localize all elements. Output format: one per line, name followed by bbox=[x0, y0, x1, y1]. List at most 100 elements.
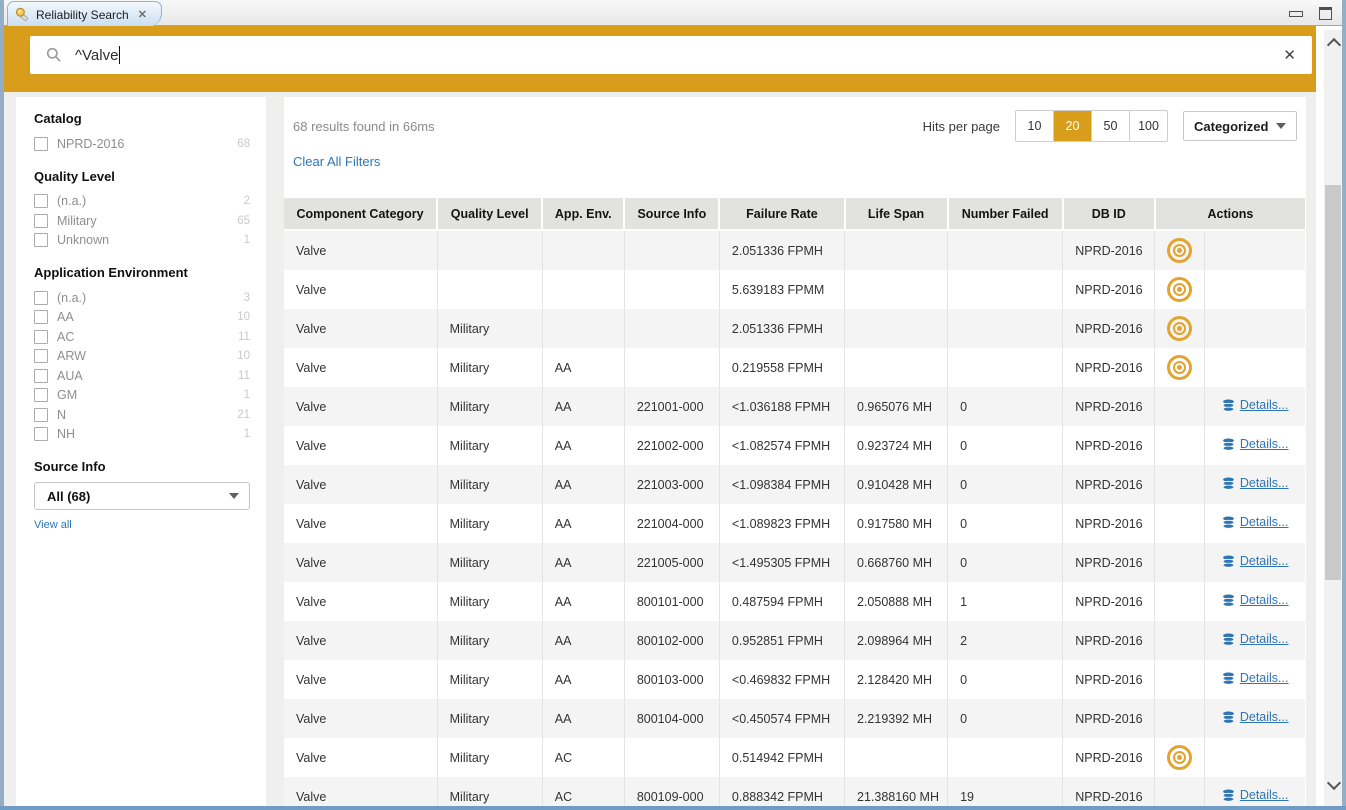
checkbox[interactable] bbox=[34, 291, 48, 305]
sort-mode-dropdown[interactable]: Categorized bbox=[1183, 111, 1297, 141]
cell-db-id: NPRD-2016 bbox=[1063, 230, 1155, 270]
filter-count: 21 bbox=[237, 409, 250, 421]
cell-number-failed: 0 bbox=[948, 426, 1063, 465]
target-icon[interactable] bbox=[1167, 355, 1192, 380]
details-link-label: Details... bbox=[1240, 710, 1289, 724]
content-area: Catalog NPRD-201668 Quality Level (n.a.)… bbox=[4, 92, 1316, 806]
cell-action-icon bbox=[1155, 504, 1205, 543]
table-row: ValveMilitaryAC0.514942 FPMHNPRD-2016 bbox=[284, 738, 1305, 777]
cell-action-icon bbox=[1155, 699, 1205, 738]
cell-component-category: Valve bbox=[284, 387, 437, 426]
cell-component-category: Valve bbox=[284, 699, 437, 738]
cell-life-span: 0.923724 MH bbox=[845, 426, 948, 465]
checkbox[interactable] bbox=[34, 330, 48, 344]
cell-db-id: NPRD-2016 bbox=[1063, 426, 1155, 465]
filter-count: 10 bbox=[237, 350, 250, 362]
clear-search-icon[interactable]: ✕ bbox=[1283, 48, 1296, 63]
header-failure-rate: Failure Rate bbox=[719, 198, 844, 230]
cell-failure-rate: 0.888342 FPMH bbox=[719, 777, 844, 806]
cell-action-icon bbox=[1155, 777, 1205, 806]
filter-label: N bbox=[57, 408, 228, 422]
table-row: Valve2.051336 FPMHNPRD-2016 bbox=[284, 230, 1305, 270]
target-icon[interactable] bbox=[1167, 316, 1192, 341]
cell-source-info: 221001-000 bbox=[624, 387, 719, 426]
filter-item: (n.a.)3 bbox=[34, 288, 250, 308]
checkbox[interactable] bbox=[34, 408, 48, 422]
target-icon[interactable] bbox=[1167, 277, 1192, 302]
details-link[interactable]: Details... bbox=[1222, 554, 1289, 568]
tab-close-icon[interactable]: ✕ bbox=[138, 8, 147, 21]
filter-section-application-environment: Application Environment (n.a.)3AA10AC11A… bbox=[34, 265, 250, 444]
details-link[interactable]: Details... bbox=[1222, 398, 1289, 412]
view-all-link[interactable]: View all bbox=[34, 519, 72, 531]
details-link[interactable]: Details... bbox=[1222, 437, 1289, 451]
cell-db-id: NPRD-2016 bbox=[1063, 621, 1155, 660]
cell-quality-level bbox=[437, 230, 542, 270]
checkbox[interactable] bbox=[34, 137, 48, 151]
page-size-50[interactable]: 50 bbox=[1092, 111, 1130, 141]
cell-life-span: 2.219392 MH bbox=[845, 699, 948, 738]
minimize-button[interactable] bbox=[1289, 11, 1303, 17]
target-icon[interactable] bbox=[1167, 238, 1192, 263]
database-icon bbox=[1222, 438, 1235, 451]
clear-all-filters-link[interactable]: Clear All Filters bbox=[293, 154, 380, 169]
details-link[interactable]: Details... bbox=[1222, 671, 1289, 685]
checkbox[interactable] bbox=[34, 310, 48, 324]
cell-component-category: Valve bbox=[284, 621, 437, 660]
cell-app-env: AA bbox=[542, 699, 624, 738]
checkbox[interactable] bbox=[34, 214, 48, 228]
search-input[interactable]: ^Valve ✕ bbox=[30, 36, 1312, 74]
details-link[interactable]: Details... bbox=[1222, 515, 1289, 529]
cell-component-category: Valve bbox=[284, 270, 437, 309]
cell-db-id: NPRD-2016 bbox=[1063, 309, 1155, 348]
maximize-button[interactable] bbox=[1319, 7, 1332, 20]
cell-failure-rate: 0.219558 FPMH bbox=[719, 348, 844, 387]
cell-action-details: Details... bbox=[1205, 426, 1305, 465]
cell-failure-rate: <1.089823 FPMH bbox=[719, 504, 844, 543]
scroll-down-arrow-icon[interactable] bbox=[1327, 776, 1341, 790]
checkbox[interactable] bbox=[34, 349, 48, 363]
details-link[interactable]: Details... bbox=[1222, 593, 1289, 607]
filter-item: NH1 bbox=[34, 425, 250, 445]
details-link[interactable]: Details... bbox=[1222, 788, 1289, 802]
cell-action-details: Details... bbox=[1205, 660, 1305, 699]
cell-component-category: Valve bbox=[284, 504, 437, 543]
checkbox[interactable] bbox=[34, 369, 48, 383]
section-title: Quality Level bbox=[34, 169, 250, 184]
table-row: ValveMilitaryAA221001-000<1.036188 FPMH0… bbox=[284, 387, 1305, 426]
filter-count: 11 bbox=[238, 370, 250, 382]
table-row: ValveMilitaryAA221002-000<1.082574 FPMH0… bbox=[284, 426, 1305, 465]
filter-section-source-info: Source Info All (68) View all bbox=[34, 459, 250, 533]
page-size-10[interactable]: 10 bbox=[1016, 111, 1054, 141]
checkbox[interactable] bbox=[34, 233, 48, 247]
tab-reliability-search[interactable]: Reliability Search ✕ bbox=[7, 1, 162, 27]
cell-db-id: NPRD-2016 bbox=[1063, 777, 1155, 806]
filter-label: GM bbox=[57, 388, 235, 402]
cell-quality-level bbox=[437, 270, 542, 309]
cell-app-env: AA bbox=[542, 504, 624, 543]
scrollbar-thumb[interactable] bbox=[1325, 185, 1341, 580]
cell-number-failed: 0 bbox=[948, 504, 1063, 543]
cell-app-env: AA bbox=[542, 660, 624, 699]
checkbox[interactable] bbox=[34, 194, 48, 208]
cell-life-span: 0.668760 MH bbox=[845, 543, 948, 582]
cell-source-info: 800104-000 bbox=[624, 699, 719, 738]
page-size-20-selected[interactable]: 20 bbox=[1054, 111, 1092, 141]
cell-quality-level: Military bbox=[437, 348, 542, 387]
details-link[interactable]: Details... bbox=[1222, 710, 1289, 724]
checkbox[interactable] bbox=[34, 427, 48, 441]
checkbox[interactable] bbox=[34, 388, 48, 402]
details-link[interactable]: Details... bbox=[1222, 632, 1289, 646]
scroll-up-arrow-icon[interactable] bbox=[1327, 38, 1341, 52]
details-link[interactable]: Details... bbox=[1222, 476, 1289, 490]
cell-action-details: Details... bbox=[1205, 504, 1305, 543]
cell-db-id: NPRD-2016 bbox=[1063, 543, 1155, 582]
vertical-scrollbar[interactable] bbox=[1324, 30, 1342, 806]
source-info-dropdown[interactable]: All (68) bbox=[34, 482, 250, 510]
target-icon[interactable] bbox=[1167, 745, 1192, 770]
cell-failure-rate: 0.514942 FPMH bbox=[719, 738, 844, 777]
cell-action-details bbox=[1205, 270, 1305, 309]
page-size-100[interactable]: 100 bbox=[1130, 111, 1167, 141]
cell-app-env: AA bbox=[542, 621, 624, 660]
cell-failure-rate: <0.450574 FPMH bbox=[719, 699, 844, 738]
